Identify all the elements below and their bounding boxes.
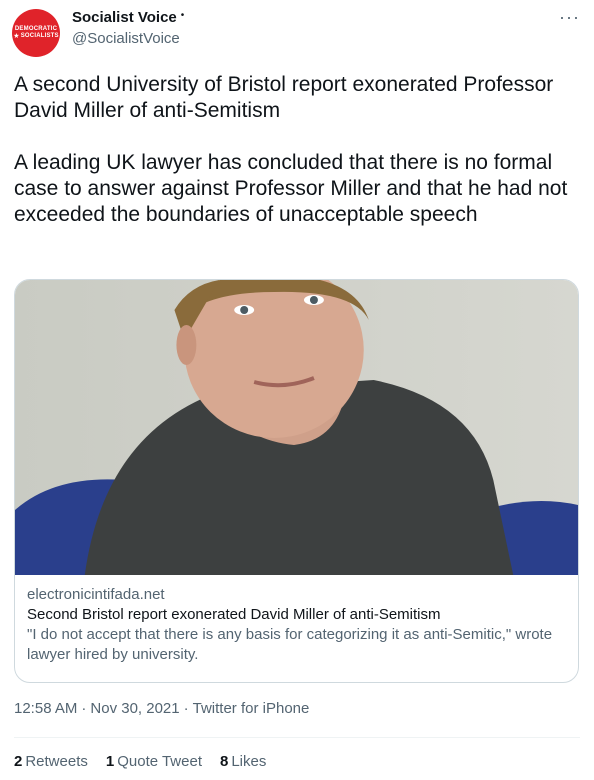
card-description: "I do not accept that there is any basis… [27,626,553,663]
tweet: DEMOCRATIC ★ SOCIALISTS Socialist Voice … [0,0,594,780]
tweet-date[interactable]: Nov 30, 2021 [90,700,179,717]
tweet-meta: 12:58 AM · Nov 30, 2021 · Twitter for iP… [14,700,309,717]
avatar-text-bottom: SOCIALISTS [20,33,59,39]
handle[interactable]: @SocialistVoice [72,30,180,47]
card-info: electronicintifada.net Second Bristol re… [15,575,578,665]
card-title: Second Bristol report exonerated David M… [27,606,441,623]
name-dot-icon: • [180,10,185,21]
star-icon: ★ [13,33,20,40]
more-horizontal-icon[interactable]: ··· [559,8,580,26]
card-image [15,280,578,575]
link-card[interactable]: electronicintifada.net Second Bristol re… [14,279,579,683]
tweet-time[interactable]: 12:58 AM [14,700,77,717]
tweet-text: A second University of Bristol report ex… [14,72,580,228]
meta-separator: · [183,700,189,717]
quote-tweets-stat[interactable]: 1 Quote Tweet [106,753,202,770]
likes-stat[interactable]: 8 Likes [220,753,266,770]
divider [14,737,580,738]
card-domain: electronicintifada.net [27,586,165,603]
retweets-stat[interactable]: 2 Retweets [14,753,88,770]
avatar-text-top: DEMOCRATIC [14,26,58,32]
meta-separator: · [81,700,87,717]
avatar[interactable]: DEMOCRATIC ★ SOCIALISTS [12,9,60,57]
display-name[interactable]: Socialist Voice [72,9,177,26]
name-row: Socialist Voice • [72,9,184,26]
tweet-stats: 2 Retweets 1 Quote Tweet 8 Likes [14,753,266,770]
tweet-paragraph-2: A leading UK lawyer has concluded that t… [14,151,568,226]
tweet-source[interactable]: Twitter for iPhone [193,700,310,717]
tweet-paragraph-1: A second University of Bristol report ex… [14,73,554,122]
